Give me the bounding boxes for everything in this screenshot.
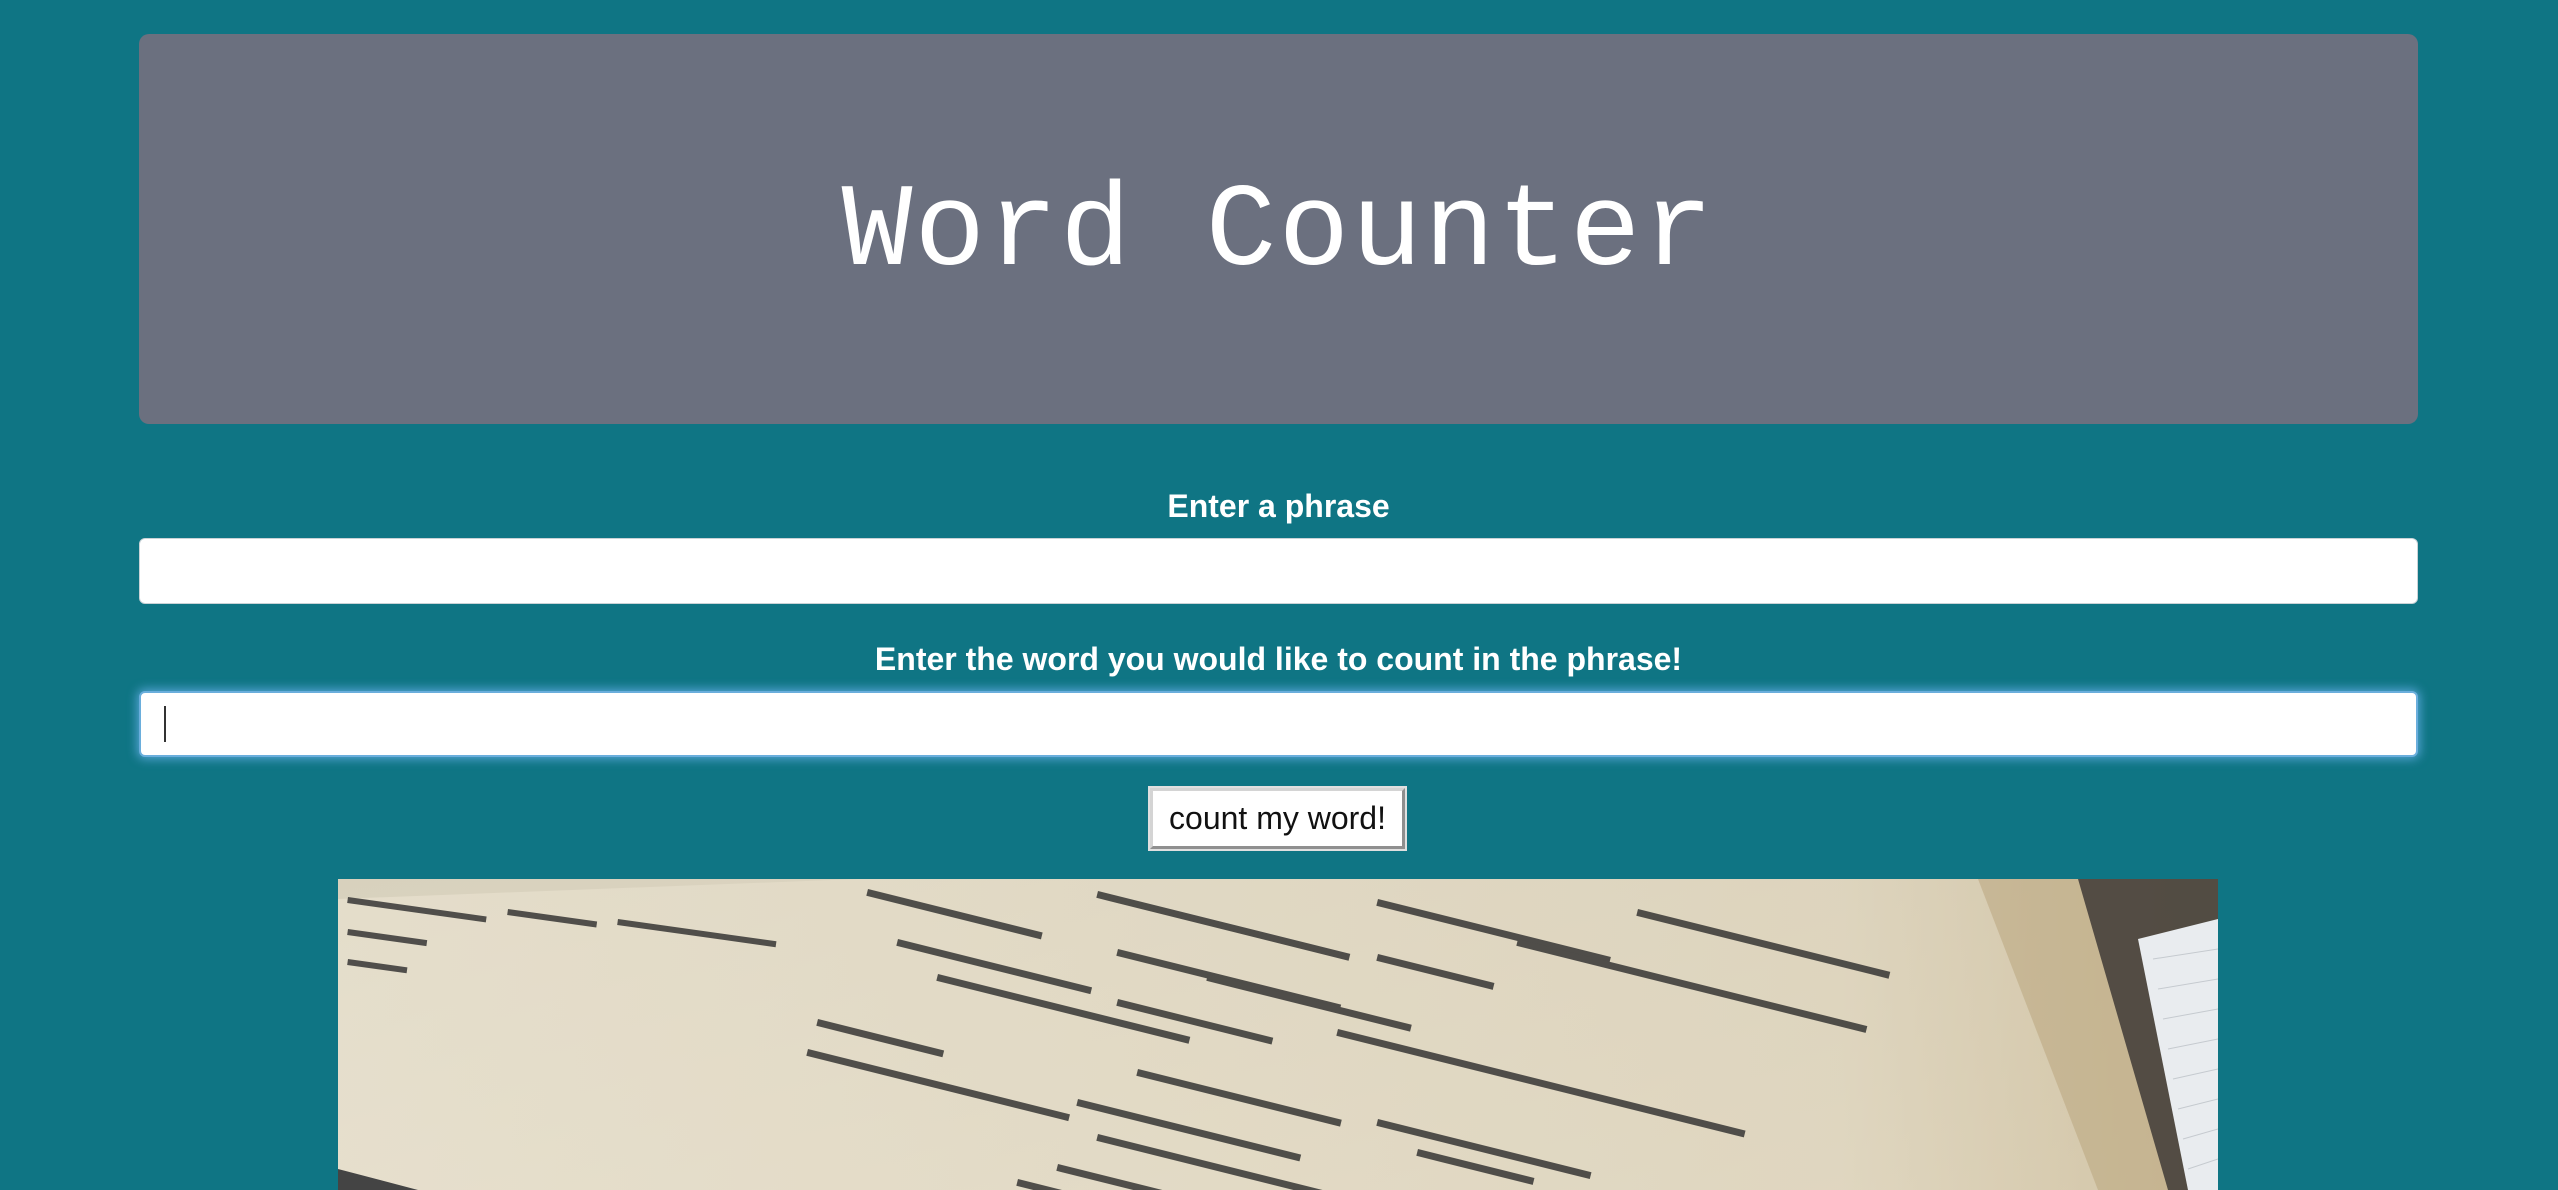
word-input[interactable]: [139, 691, 2418, 757]
count-word-button[interactable]: count my word!: [1148, 786, 1407, 851]
book-image: [338, 879, 2218, 1190]
phrase-input[interactable]: [139, 538, 2418, 604]
word-label: Enter the word you would like to count i…: [874, 641, 1683, 677]
page-title: Word Counter: [841, 166, 1716, 300]
book-illustration: [338, 879, 2218, 1190]
text-caret: [164, 706, 166, 742]
phrase-label: Enter a phrase: [1167, 488, 1390, 524]
header-banner: Word Counter: [139, 34, 2418, 424]
